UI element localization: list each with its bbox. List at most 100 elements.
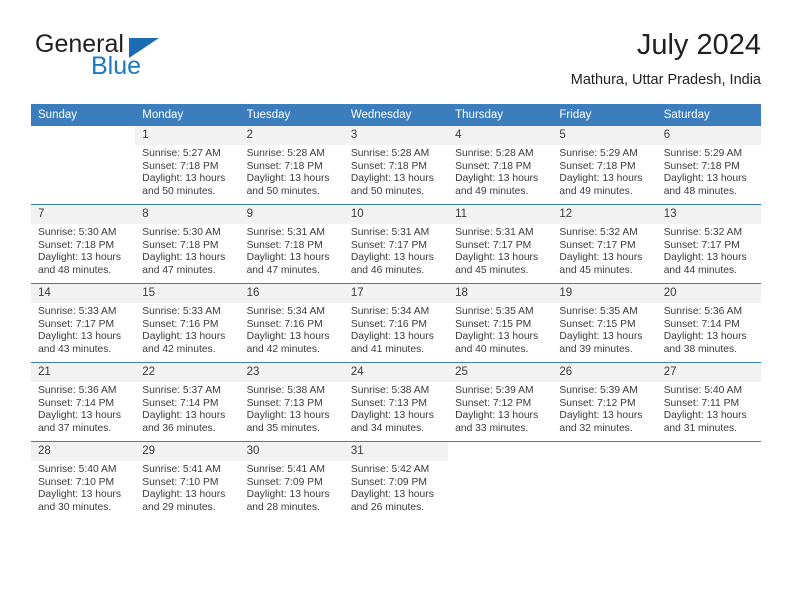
daylight-duration-line1: Daylight: 13 hours bbox=[38, 252, 121, 264]
daylight-duration-line1: Daylight: 13 hours bbox=[350, 173, 434, 185]
sunrise-time: Sunrise: 5:30 AM bbox=[142, 227, 221, 238]
daylight-duration-line2: and 46 minutes. bbox=[350, 264, 425, 276]
calendar-header-row: Sunday Monday Tuesday Wednesday Thursday… bbox=[31, 104, 761, 126]
calendar-day-cell[interactable]: 23 Sunrise: 5:38 AM Sunset: 7:13 PM Dayligh… bbox=[239, 362, 344, 442]
day-details: Sunrise: 5:35 AM Sunset: 7:15 PM Daylight:… bbox=[448, 303, 552, 356]
calendar-day-cell[interactable]: 27 Sunrise: 5:40 AM Sunset: 7:11 PM Dayligh… bbox=[656, 362, 761, 442]
day-number: 16 bbox=[239, 284, 344, 303]
daylight-duration-line1: Daylight: 13 hours bbox=[663, 173, 747, 185]
calendar-day-cell[interactable]: 4 Sunrise: 5:28 AM Sunset: 7:18 PM Daylight… bbox=[448, 126, 553, 205]
day-details: Sunrise: 5:39 AM Sunset: 7:12 PM Daylight:… bbox=[552, 382, 656, 435]
daylight-duration-line1: Daylight: 13 hours bbox=[559, 410, 643, 422]
day-number: 26 bbox=[552, 363, 657, 382]
daylight-duration-line1: Daylight: 13 hours bbox=[38, 489, 121, 501]
calendar-day-cell[interactable]: 29 Sunrise: 5:41 AM Sunset: 7:10 PM Dayligh… bbox=[135, 441, 240, 520]
brand-logo[interactable]: General Blue bbox=[31, 30, 241, 88]
sunset-time: Sunset: 7:09 PM bbox=[350, 476, 427, 488]
calendar-day-cell[interactable]: 9 Sunrise: 5:31 AM Sunset: 7:18 PM Daylight… bbox=[239, 204, 344, 284]
day-details: Sunrise: 5:40 AM Sunset: 7:11 PM Daylight:… bbox=[657, 382, 761, 435]
calendar-day-cell[interactable]: 31 Sunrise: 5:42 AM Sunset: 7:09 PM Dayligh… bbox=[343, 441, 449, 520]
sunrise-time: Sunrise: 5:39 AM bbox=[559, 385, 638, 396]
calendar-day-cell[interactable]: 2 Sunrise: 5:28 AM Sunset: 7:18 PM Daylight… bbox=[239, 126, 344, 205]
day-number: 10 bbox=[343, 205, 449, 224]
day-number: 15 bbox=[135, 284, 240, 303]
day-number bbox=[31, 126, 136, 145]
sunset-time: Sunset: 7:16 PM bbox=[350, 318, 427, 330]
sunrise-time: Sunrise: 5:33 AM bbox=[142, 306, 221, 317]
calendar-day-cell[interactable]: 12 Sunrise: 5:32 AM Sunset: 7:17 PM Dayligh… bbox=[552, 204, 657, 284]
sunset-time: Sunset: 7:12 PM bbox=[455, 397, 532, 409]
sunset-time: Sunset: 7:09 PM bbox=[246, 476, 323, 488]
page-title: July 2024 bbox=[636, 29, 761, 61]
sunrise-time: Sunrise: 5:35 AM bbox=[455, 306, 534, 317]
calendar-cell-empty bbox=[448, 441, 553, 520]
daylight-duration-line2: and 30 minutes. bbox=[38, 501, 112, 513]
daylight-duration-line1: Daylight: 13 hours bbox=[38, 331, 121, 343]
calendar-day-cell[interactable]: 26 Sunrise: 5:39 AM Sunset: 7:12 PM Dayligh… bbox=[552, 362, 657, 442]
daylight-duration-line2: and 28 minutes. bbox=[246, 501, 320, 513]
sunset-time: Sunset: 7:16 PM bbox=[142, 318, 219, 330]
calendar-day-cell[interactable]: 10 Sunrise: 5:31 AM Sunset: 7:17 PM Dayligh… bbox=[343, 204, 449, 284]
calendar-day-cell[interactable]: 24 Sunrise: 5:38 AM Sunset: 7:13 PM Dayligh… bbox=[343, 362, 449, 442]
sunrise-time: Sunrise: 5:38 AM bbox=[246, 385, 325, 396]
calendar-week-row: 7 Sunrise: 5:30 AM Sunset: 7:18 PM Daylight… bbox=[31, 204, 761, 284]
day-number: 11 bbox=[448, 205, 553, 224]
calendar-day-cell[interactable]: 8 Sunrise: 5:30 AM Sunset: 7:18 PM Daylight… bbox=[135, 204, 240, 284]
day-details: Sunrise: 5:33 AM Sunset: 7:16 PM Daylight:… bbox=[135, 303, 239, 356]
daylight-duration-line1: Daylight: 13 hours bbox=[142, 410, 226, 422]
calendar-day-cell[interactable]: 22 Sunrise: 5:37 AM Sunset: 7:14 PM Dayligh… bbox=[135, 362, 240, 442]
day-number: 25 bbox=[448, 363, 553, 382]
daylight-duration-line1: Daylight: 13 hours bbox=[142, 489, 226, 501]
daylight-duration-line2: and 50 minutes. bbox=[246, 185, 320, 197]
calendar-day-cell[interactable]: 25 Sunrise: 5:39 AM Sunset: 7:12 PM Dayligh… bbox=[448, 362, 553, 442]
day-number: 19 bbox=[552, 284, 657, 303]
calendar-day-cell[interactable]: 13 Sunrise: 5:32 AM Sunset: 7:17 PM Dayligh… bbox=[656, 204, 761, 284]
calendar-day-cell[interactable]: 18 Sunrise: 5:35 AM Sunset: 7:15 PM Dayligh… bbox=[448, 283, 553, 363]
calendar-day-cell[interactable]: 19 Sunrise: 5:35 AM Sunset: 7:15 PM Dayligh… bbox=[552, 283, 657, 363]
calendar-week-row: 1 Sunrise: 5:27 AM Sunset: 7:18 PM Daylight… bbox=[31, 126, 761, 205]
daylight-duration-line1: Daylight: 13 hours bbox=[663, 331, 747, 343]
daylight-duration-line1: Daylight: 13 hours bbox=[142, 173, 226, 185]
day-number: 1 bbox=[135, 126, 240, 145]
calendar-day-cell[interactable]: 1 Sunrise: 5:27 AM Sunset: 7:18 PM Daylight… bbox=[135, 126, 240, 205]
daylight-duration-line1: Daylight: 13 hours bbox=[142, 252, 226, 264]
sunset-time: Sunset: 7:16 PM bbox=[246, 318, 323, 330]
daylight-duration-line2: and 36 minutes. bbox=[142, 422, 216, 434]
daylight-duration-line2: and 43 minutes. bbox=[38, 343, 112, 355]
calendar-day-cell[interactable]: 28 Sunrise: 5:40 AM Sunset: 7:10 PM Dayligh… bbox=[31, 441, 136, 520]
day-details: Sunrise: 5:30 AM Sunset: 7:18 PM Daylight:… bbox=[135, 224, 239, 277]
sunset-time: Sunset: 7:18 PM bbox=[38, 239, 115, 251]
sunrise-time: Sunrise: 5:30 AM bbox=[38, 227, 117, 238]
weekday-header-friday: Friday bbox=[552, 104, 657, 126]
calendar-day-cell[interactable]: 21 Sunrise: 5:36 AM Sunset: 7:14 PM Dayligh… bbox=[31, 362, 136, 442]
calendar-day-cell[interactable]: 7 Sunrise: 5:30 AM Sunset: 7:18 PM Daylight… bbox=[31, 204, 136, 284]
daylight-duration-line1: Daylight: 13 hours bbox=[455, 252, 539, 264]
calendar-day-cell[interactable]: 20 Sunrise: 5:36 AM Sunset: 7:14 PM Dayligh… bbox=[656, 283, 761, 363]
calendar-day-cell[interactable]: 3 Sunrise: 5:28 AM Sunset: 7:18 PM Daylight… bbox=[343, 126, 449, 205]
calendar-day-cell[interactable]: 14 Sunrise: 5:33 AM Sunset: 7:17 PM Dayligh… bbox=[31, 283, 136, 363]
day-number: 6 bbox=[656, 126, 761, 145]
daylight-duration-line2: and 48 minutes. bbox=[663, 185, 737, 197]
day-number: 23 bbox=[239, 363, 344, 382]
day-details: Sunrise: 5:36 AM Sunset: 7:14 PM Daylight:… bbox=[657, 303, 761, 356]
day-details: Sunrise: 5:34 AM Sunset: 7:16 PM Daylight:… bbox=[344, 303, 448, 356]
sunrise-time: Sunrise: 5:38 AM bbox=[350, 385, 430, 396]
sunset-time: Sunset: 7:17 PM bbox=[350, 239, 427, 251]
calendar-day-cell[interactable]: 30 Sunrise: 5:41 AM Sunset: 7:09 PM Dayligh… bbox=[239, 441, 344, 520]
day-details: Sunrise: 5:39 AM Sunset: 7:12 PM Daylight:… bbox=[448, 382, 552, 435]
sunrise-time: Sunrise: 5:41 AM bbox=[246, 464, 325, 475]
daylight-duration-line1: Daylight: 13 hours bbox=[246, 173, 330, 185]
day-number: 21 bbox=[31, 363, 136, 382]
calendar-day-cell[interactable]: 5 Sunrise: 5:29 AM Sunset: 7:18 PM Daylight… bbox=[552, 126, 657, 205]
sunrise-time: Sunrise: 5:40 AM bbox=[663, 385, 743, 396]
day-details: Sunrise: 5:30 AM Sunset: 7:18 PM Daylight:… bbox=[31, 224, 135, 277]
calendar-day-cell[interactable]: 15 Sunrise: 5:33 AM Sunset: 7:16 PM Dayligh… bbox=[135, 283, 240, 363]
sunrise-time: Sunrise: 5:36 AM bbox=[38, 385, 117, 396]
calendar-day-cell[interactable]: 11 Sunrise: 5:31 AM Sunset: 7:17 PM Dayligh… bbox=[448, 204, 553, 284]
calendar-day-cell[interactable]: 17 Sunrise: 5:34 AM Sunset: 7:16 PM Dayligh… bbox=[343, 283, 449, 363]
day-number: 13 bbox=[656, 205, 761, 224]
calendar-day-cell[interactable]: 16 Sunrise: 5:34 AM Sunset: 7:16 PM Dayligh… bbox=[239, 283, 344, 363]
sunset-time: Sunset: 7:18 PM bbox=[559, 160, 636, 172]
day-number: 17 bbox=[343, 284, 449, 303]
calendar-day-cell[interactable]: 6 Sunrise: 5:29 AM Sunset: 7:18 PM Daylight… bbox=[656, 126, 761, 205]
